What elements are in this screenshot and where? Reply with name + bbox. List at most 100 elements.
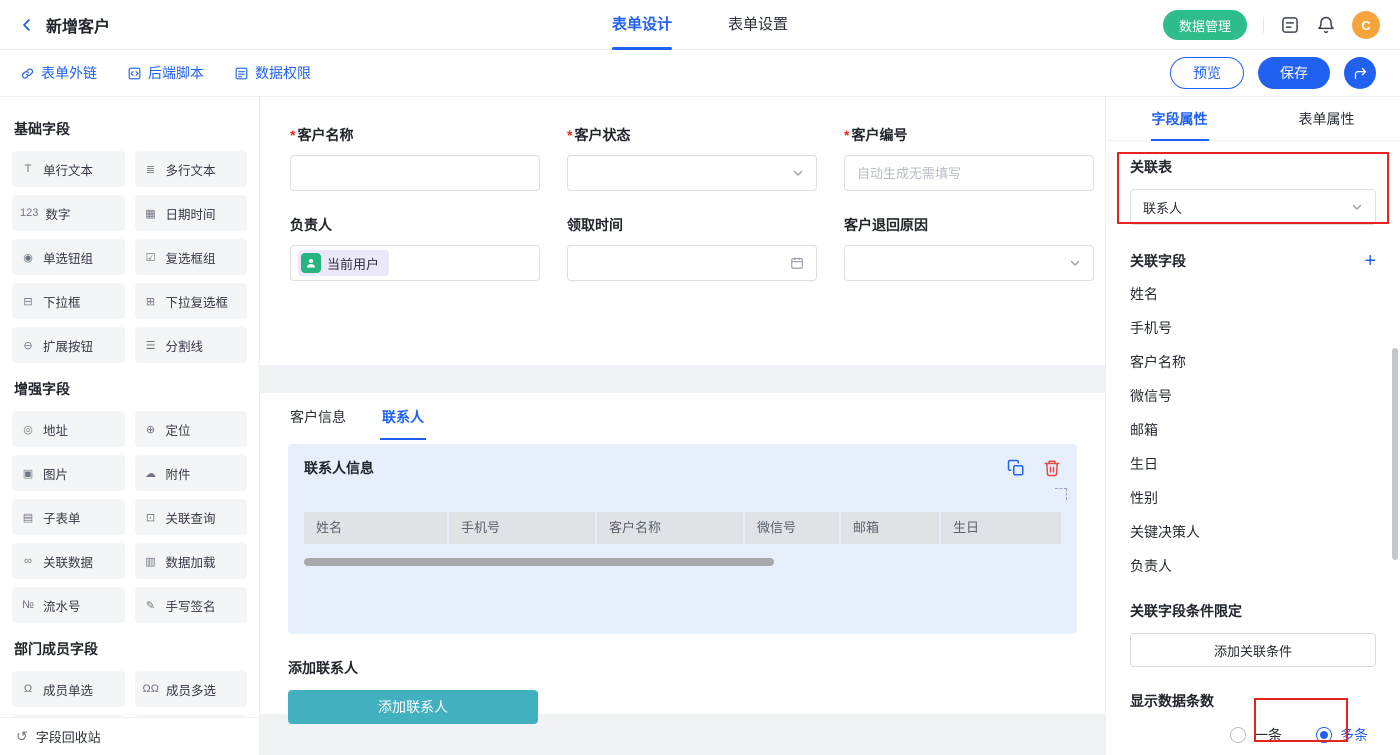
add-field-icon[interactable]: + [1364, 251, 1376, 271]
link-label: 后端脚本 [148, 63, 204, 83]
field-item-member-single[interactable]: Ω成员单选 [12, 671, 125, 707]
relation-field-item[interactable]: 负责人 [1130, 549, 1376, 583]
form-field-customer-status[interactable]: *客户状态 [567, 125, 817, 191]
relation-field-item[interactable]: 微信号 [1130, 379, 1376, 413]
form-external-link-button[interactable]: 表单外链 [20, 63, 97, 83]
data-manage-button[interactable]: 数据管理 [1163, 10, 1247, 40]
save-button[interactable]: 保存 [1258, 57, 1330, 89]
relation-table-select[interactable]: 联系人 [1130, 189, 1376, 225]
data-permission-button[interactable]: 数据权限 [234, 63, 311, 83]
topbar: 新增客户 表单设计 表单设置 数据管理 C [0, 0, 1400, 50]
field-item-attachment[interactable]: ☁附件 [135, 455, 248, 491]
subform-card: 客户信息 联系人 联系人信息 姓 [260, 393, 1105, 714]
bell-icon[interactable] [1316, 15, 1336, 35]
back-button[interactable] [18, 16, 36, 34]
copy-icon[interactable] [1007, 459, 1025, 477]
display-count-options: 一条 多条 [1130, 725, 1376, 745]
field-item-data-load[interactable]: ▥数据加载 [135, 543, 248, 579]
claim-time-date-input[interactable] [567, 245, 817, 281]
field-item-datetime[interactable]: ▦日期时间 [135, 195, 248, 231]
field-item-serial-number[interactable]: №流水号 [12, 587, 125, 623]
serial-number-icon: № [20, 599, 36, 611]
tab-form-settings[interactable]: 表单设置 [728, 0, 788, 50]
trash-icon[interactable] [1043, 459, 1061, 477]
share-button[interactable] [1344, 57, 1376, 89]
link-icon [20, 66, 35, 81]
vertical-scrollbar[interactable] [1392, 348, 1398, 560]
field-item-dropdown[interactable]: ⊟下拉框 [12, 283, 125, 319]
contact-subform-panel[interactable]: 联系人信息 姓名 手机号 客户名称 微信号 [288, 444, 1077, 634]
relation-query-icon: ⊡ [143, 511, 159, 524]
field-item-extend-button[interactable]: ⊖扩展按钮 [12, 327, 125, 363]
recycle-icon: ↺ [16, 728, 28, 745]
permission-icon [234, 66, 249, 81]
toolbar-links: 表单外链 后端脚本 数据权限 [20, 63, 311, 83]
avatar[interactable]: C [1352, 11, 1380, 39]
topbar-tabs: 表单设计 表单设置 [612, 0, 788, 50]
current-user-tag[interactable]: 当前用户 [298, 250, 389, 276]
tab-form-design[interactable]: 表单设计 [612, 0, 672, 50]
radio-option-single[interactable]: 一条 [1230, 725, 1282, 745]
field-item-multi-line-text[interactable]: ≣多行文本 [135, 151, 248, 187]
field-item-relation-query[interactable]: ⊡关联查询 [135, 499, 248, 535]
user-icon [301, 253, 321, 273]
required-mark: * [844, 127, 849, 143]
field-item-radio-group[interactable]: ◉单选钮组 [12, 239, 125, 275]
add-contact-button[interactable]: 添加联系人 [288, 690, 538, 724]
radio-icon[interactable] [1230, 727, 1246, 743]
relation-field-item[interactable]: 邮箱 [1130, 413, 1376, 447]
field-item-image[interactable]: ▣图片 [12, 455, 125, 491]
horizontal-scrollbar[interactable] [304, 558, 774, 566]
form-toolbar: 表单外链 后端脚本 数据权限 预览 保存 [0, 50, 1400, 97]
form-field-customer-name[interactable]: *客户名称 [290, 125, 540, 191]
relation-field-item[interactable]: 性别 [1130, 481, 1376, 515]
field-item-address[interactable]: ◎地址 [12, 411, 125, 447]
form-field-owner[interactable]: 负责人 当前用户 [290, 215, 540, 281]
tab-customer-info[interactable]: 客户信息 [288, 397, 348, 440]
return-reason-select[interactable] [844, 245, 1094, 281]
relation-field-item[interactable]: 生日 [1130, 447, 1376, 481]
location-icon: ⊕ [143, 423, 159, 436]
field-item-number[interactable]: 123数字 [12, 195, 125, 231]
relation-field-item[interactable]: 姓名 [1130, 277, 1376, 311]
form-field-customer-number[interactable]: *客户编号 [844, 125, 1094, 191]
customer-number-input[interactable] [844, 155, 1094, 191]
field-label: 负责人 [290, 215, 540, 235]
relation-field-item[interactable]: 手机号 [1130, 311, 1376, 345]
relation-field-item[interactable]: 客户名称 [1130, 345, 1376, 379]
owner-field[interactable]: 当前用户 [290, 245, 540, 281]
radio-icon-selected[interactable] [1316, 727, 1332, 743]
selection-corner-icon [1055, 488, 1067, 500]
field-item-multi-dropdown[interactable]: ⊞下拉复选框 [135, 283, 248, 319]
field-item-single-line-text[interactable]: T单行文本 [12, 151, 125, 187]
backend-script-button[interactable]: 后端脚本 [127, 63, 204, 83]
form-field-return-reason[interactable]: 客户退回原因 [844, 215, 1094, 281]
property-panel: 字段属性 表单属性 关联表 联系人 关联字段 + 姓名 手机号 客户名称 微信号… [1105, 97, 1400, 755]
preview-button[interactable]: 预览 [1170, 57, 1244, 89]
field-item-subform[interactable]: ▤子表单 [12, 499, 125, 535]
field-sidebar-scroll: 基础字段 T单行文本 ≣多行文本 123数字 ▦日期时间 ◉单选钮组 ☑复选框组… [0, 97, 259, 755]
subform-actions [1007, 459, 1061, 477]
tab-field-properties[interactable]: 字段属性 [1106, 97, 1253, 140]
relation-field-item[interactable]: 关键决策人 [1130, 515, 1376, 549]
tab-contact[interactable]: 联系人 [380, 397, 426, 440]
add-condition-button[interactable]: 添加关联条件 [1130, 633, 1376, 667]
form-fields-grid: *客户名称 *客户状态 *客户编号 负责人 [290, 125, 1075, 281]
customer-status-select[interactable] [567, 155, 817, 191]
workbench-icon[interactable] [1280, 15, 1300, 35]
field-recycle-bin[interactable]: ↺ 字段回收站 [0, 717, 259, 755]
form-field-claim-time[interactable]: 领取时间 [567, 215, 817, 281]
radio-option-multiple[interactable]: 多条 [1316, 725, 1368, 745]
field-item-member-multi[interactable]: ΩΩ成员多选 [135, 671, 248, 707]
customer-name-input[interactable] [290, 155, 540, 191]
tab-form-properties[interactable]: 表单属性 [1253, 97, 1400, 140]
field-item-divider[interactable]: ☰分割线 [135, 327, 248, 363]
link-label: 数据权限 [255, 63, 311, 83]
field-item-relation-data[interactable]: ∞关联数据 [12, 543, 125, 579]
field-item-location[interactable]: ⊕定位 [135, 411, 248, 447]
relation-data-icon: ∞ [20, 555, 36, 567]
field-item-signature[interactable]: ✎手写签名 [135, 587, 248, 623]
table-column-header: 邮箱 [841, 512, 939, 544]
field-item-checkbox-group[interactable]: ☑复选框组 [135, 239, 248, 275]
field-label: 客户退回原因 [844, 215, 1094, 235]
